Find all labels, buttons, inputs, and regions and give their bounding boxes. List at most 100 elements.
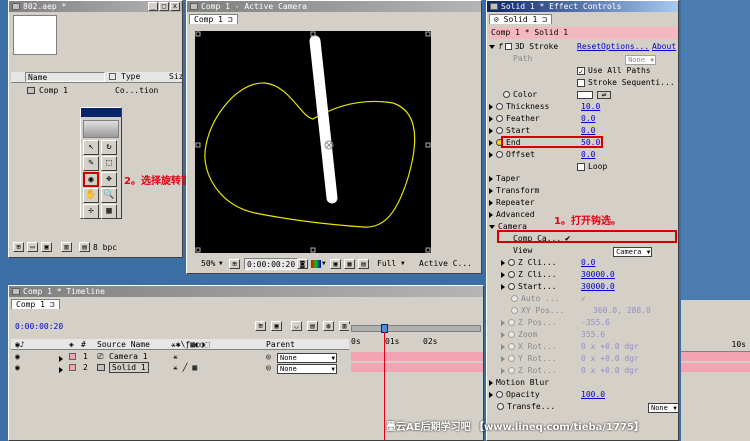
solo-switches-icon[interactable]: ▣ bbox=[271, 321, 282, 331]
y-rot-value[interactable]: 0 x +0.0 dgr bbox=[581, 353, 639, 365]
visibility-eye-icon[interactable]: ◉ bbox=[15, 362, 20, 373]
stopwatch-icon[interactable] bbox=[508, 271, 515, 278]
visibility-eye-icon[interactable]: ◉ bbox=[15, 351, 20, 362]
column-size[interactable]: Siz bbox=[169, 72, 182, 82]
stopwatch-icon[interactable] bbox=[508, 367, 515, 374]
parent-pickwhip-icon[interactable]: ◎ bbox=[266, 362, 271, 373]
effect-controls-titlebar[interactable]: Solid 1 * Effect Controls bbox=[487, 1, 678, 12]
layer-bar-1[interactable] bbox=[351, 352, 483, 361]
options-link[interactable]: Options... bbox=[601, 41, 649, 53]
label-color-swatch[interactable] bbox=[69, 353, 76, 360]
transparency-grid-icon[interactable]: ▦ bbox=[344, 259, 355, 269]
parent-header[interactable]: Parent bbox=[266, 339, 295, 350]
layer-handle-ml[interactable] bbox=[195, 142, 201, 148]
z-rot-value[interactable]: 0 x +0.0 dgr bbox=[581, 365, 639, 377]
label-column-icon[interactable]: ◈ bbox=[69, 339, 74, 350]
flowchart-icon[interactable]: ⊞ bbox=[13, 242, 24, 252]
comp-flowchart-icon[interactable]: ⊞ bbox=[255, 321, 266, 331]
channel-icon[interactable] bbox=[311, 260, 321, 268]
z-clip-front-value[interactable]: 0.0 bbox=[581, 257, 595, 269]
switch-icon[interactable]: ⚹ ╱ ▦ bbox=[173, 362, 197, 373]
layer-handle-mr[interactable] bbox=[425, 142, 431, 148]
close-button[interactable]: x bbox=[170, 2, 180, 11]
snapshot-icon[interactable]: ◙ bbox=[297, 259, 308, 269]
taper-group[interactable]: Taper bbox=[489, 173, 678, 185]
column-name[interactable]: Name bbox=[25, 72, 105, 82]
timeline-tab[interactable]: Comp 1 ⊐ bbox=[11, 299, 60, 309]
shy-icon[interactable]: ◡ bbox=[291, 321, 302, 331]
offset-value[interactable]: 0.0 bbox=[581, 149, 595, 161]
orbit-camera-tool-icon[interactable]: ◉ bbox=[83, 172, 99, 187]
comp-timecode[interactable]: 0:00:00:20 bbox=[244, 258, 299, 270]
stroke-line[interactable] bbox=[309, 35, 338, 204]
resolution-dropdown-icon[interactable]: ▼ bbox=[401, 257, 405, 271]
mask-tool-icon[interactable]: ⬚ bbox=[101, 156, 117, 171]
reset-link[interactable]: Reset bbox=[577, 41, 601, 53]
stopwatch-icon[interactable] bbox=[508, 331, 515, 338]
motion-blur-group[interactable]: Motion Blur bbox=[489, 377, 678, 389]
fx-icon[interactable]: f bbox=[498, 42, 503, 51]
stopwatch-icon[interactable] bbox=[496, 127, 503, 134]
hand-tool-icon[interactable]: ✋ bbox=[83, 188, 99, 203]
view-value[interactable]: Active C... bbox=[419, 257, 472, 271]
repeater-group[interactable]: Repeater bbox=[489, 197, 678, 209]
stopwatch-icon[interactable] bbox=[496, 391, 503, 398]
parent-pickwhip-icon[interactable]: ◎ bbox=[266, 351, 271, 362]
about-link[interactable]: About bbox=[652, 41, 676, 53]
thickness-value[interactable]: 10.0 bbox=[581, 101, 600, 113]
stopwatch-icon[interactable] bbox=[496, 103, 503, 110]
layer-handle-tr[interactable] bbox=[425, 31, 431, 37]
project-item-row[interactable]: Comp 1 Co...tion bbox=[11, 85, 182, 96]
new-comp-icon[interactable]: ▣ bbox=[41, 242, 52, 252]
view-dropdown[interactable]: Camera bbox=[613, 247, 653, 257]
stopwatch-icon[interactable] bbox=[508, 343, 515, 350]
project-titlebar[interactable]: 802.aep * _ □ x bbox=[9, 1, 182, 12]
text-tool-icon[interactable]: ▦ bbox=[101, 204, 117, 219]
heart-path[interactable] bbox=[204, 82, 416, 228]
mask-visibility-icon[interactable]: ▤ bbox=[358, 259, 369, 269]
motion-blur-icon[interactable]: ◍ bbox=[323, 321, 334, 331]
layer-name[interactable]: Camera 1 bbox=[109, 351, 148, 362]
z-pos-value[interactable]: -355.6 bbox=[581, 317, 610, 329]
start-fade-value[interactable]: 30000.0 bbox=[581, 281, 615, 293]
column-type[interactable]: Type bbox=[121, 72, 140, 82]
work-area-bar[interactable] bbox=[351, 325, 481, 332]
comp-titlebar[interactable]: Comp 1 - Active Camera bbox=[187, 1, 481, 12]
timeline-timecode[interactable]: 0:00:00:20 bbox=[15, 322, 63, 331]
layer-handle-bl[interactable] bbox=[195, 247, 201, 253]
stopwatch-icon[interactable] bbox=[496, 151, 503, 158]
layer-handle-tl[interactable] bbox=[195, 31, 201, 37]
stopwatch-icon[interactable] bbox=[511, 295, 518, 302]
safe-zones-icon[interactable]: ⊞ bbox=[229, 259, 240, 269]
color-settings-icon[interactable]: ▤ bbox=[79, 242, 90, 252]
auto-checkbox[interactable]: ✓ bbox=[581, 293, 586, 305]
new-folder-icon[interactable]: ▭ bbox=[27, 242, 38, 252]
stopwatch-icon[interactable] bbox=[508, 355, 515, 362]
layer-handle-bc[interactable] bbox=[310, 247, 316, 253]
bit-depth-label[interactable]: 8 bpc bbox=[93, 242, 117, 253]
feather-value[interactable]: 0.0 bbox=[581, 113, 595, 125]
transform-group[interactable]: Transform bbox=[489, 185, 678, 197]
layer-number-header[interactable]: # bbox=[81, 339, 86, 350]
track-xy-camera-tool-icon[interactable]: ✥ bbox=[101, 172, 117, 187]
zoom-value[interactable]: 355.6 bbox=[581, 329, 605, 341]
x-rot-value[interactable]: 0 x +0.0 dgr bbox=[581, 341, 639, 353]
stopwatch-icon[interactable] bbox=[496, 115, 503, 122]
parent-dropdown[interactable]: None bbox=[277, 364, 337, 374]
effect-tab[interactable]: ⊘ Solid 1 ⊐ bbox=[489, 14, 552, 24]
z-clip-back-value[interactable]: 30000.0 bbox=[581, 269, 615, 281]
fx-enable-checkbox[interactable] bbox=[504, 43, 512, 50]
trash-icon[interactable]: ▥ bbox=[61, 242, 72, 252]
stopwatch-icon[interactable] bbox=[508, 283, 515, 290]
pan-behind-tool-icon[interactable]: ✢ bbox=[83, 204, 99, 219]
switch-icon[interactable]: ⚹ bbox=[173, 351, 178, 362]
comp-canvas[interactable] bbox=[195, 31, 431, 253]
expand-layer-icon[interactable] bbox=[59, 364, 66, 375]
opacity-value[interactable]: 100.0 bbox=[581, 389, 605, 401]
minimize-button[interactable]: _ bbox=[148, 2, 158, 11]
zoom-level[interactable]: 50% bbox=[201, 257, 215, 271]
zoom-dropdown-icon[interactable]: ▼ bbox=[219, 257, 223, 271]
effect-header-row[interactable]: f 3D Stroke Reset Options... About bbox=[489, 41, 678, 53]
path-dropdown[interactable]: None bbox=[625, 55, 656, 65]
comp-tab[interactable]: Comp 1 ⊐ bbox=[189, 14, 238, 24]
